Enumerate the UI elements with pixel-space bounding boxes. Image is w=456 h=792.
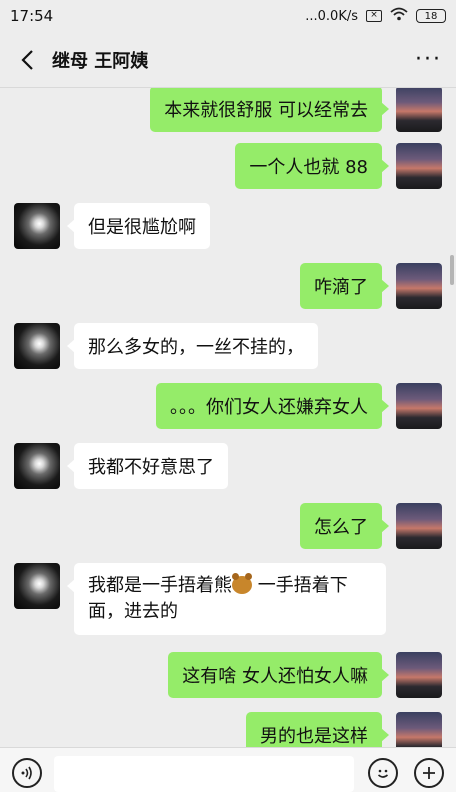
page-title: 继母 王阿姨 [52, 50, 149, 72]
battery-icon: 18 [416, 9, 446, 23]
add-attachment-button[interactable] [414, 758, 444, 788]
chat-header: 继母 王阿姨 ··· [0, 32, 456, 88]
battery-level: 18 [424, 10, 438, 22]
message-bubble[interactable]: 但是很尴尬啊 [67, 203, 210, 249]
more-options-button[interactable]: ··· [415, 47, 442, 72]
avatar-contact[interactable] [14, 203, 60, 249]
scrollbar-thumb[interactable] [450, 255, 454, 285]
avatar-self[interactable] [396, 652, 442, 698]
message-bubble[interactable]: 一个人也就 88 [235, 143, 389, 189]
voice-icon [21, 766, 32, 780]
network-speed: ...0.0K/s [305, 8, 358, 24]
message-bubble[interactable]: 。。。你们女人还嫌弃女人 [156, 383, 389, 429]
avatar-contact[interactable] [14, 323, 60, 369]
bear-emoji-icon [232, 573, 252, 594]
message-row: 我都是一手捂着熊 一手捂着下面，进去的 [0, 563, 456, 635]
message-text: 我都是一手捂着熊 [88, 575, 232, 596]
avatar-self[interactable] [396, 263, 442, 309]
message-bubble[interactable]: 男的也是这样 [246, 712, 389, 747]
message-bubble[interactable]: 本来就很舒服 可以经常去 [150, 88, 389, 132]
plus-icon [423, 767, 435, 779]
message-row: 这有啥 女人还怕女人嘛 [0, 652, 456, 700]
avatar-self[interactable] [396, 143, 442, 189]
message-input[interactable] [54, 756, 354, 792]
message-row: 怎么了 [0, 503, 456, 551]
message-row: 但是很尴尬啊 [0, 203, 456, 251]
message-row: 本来就很舒服 可以经常去 [0, 88, 456, 134]
avatar-self[interactable] [396, 503, 442, 549]
emoji-button[interactable] [368, 758, 398, 788]
message-row: 那么多女的，一丝不挂的， [0, 323, 456, 371]
message-bubble[interactable]: 那么多女的，一丝不挂的， [67, 323, 318, 369]
message-row: 一个人也就 88 [0, 143, 456, 191]
back-button[interactable] [14, 47, 40, 73]
message-bubble[interactable]: 我都是一手捂着熊 一手捂着下面，进去的 [67, 563, 386, 635]
avatar-self[interactable] [396, 712, 442, 747]
smiley-icon [377, 769, 389, 778]
status-indicators: ...0.0K/s × 18 [305, 7, 446, 25]
message-row: 男的也是这样 [0, 712, 456, 747]
status-bar: 17:54 ...0.0K/s × 18 [0, 0, 456, 32]
status-time: 17:54 [10, 7, 54, 25]
sim-icon: × [366, 10, 382, 22]
avatar-contact[interactable] [14, 443, 60, 489]
message-row: 。。。你们女人还嫌弃女人 [0, 383, 456, 431]
avatar-contact[interactable] [14, 563, 60, 609]
message-bubble[interactable]: 我都不好意思了 [67, 443, 228, 489]
message-bubble[interactable]: 咋滴了 [300, 263, 389, 309]
input-bar [0, 747, 456, 792]
message-bubble[interactable]: 怎么了 [300, 503, 389, 549]
voice-input-button[interactable] [12, 758, 42, 788]
message-bubble[interactable]: 这有啥 女人还怕女人嘛 [168, 652, 389, 698]
avatar-self[interactable] [396, 88, 442, 132]
message-row: 我都不好意思了 [0, 443, 456, 491]
message-list[interactable]: 本来就很舒服 可以经常去 一个人也就 88 但是很尴尬啊 咋滴了 那么多女的，一… [0, 88, 456, 747]
wifi-icon [390, 7, 408, 25]
avatar-self[interactable] [396, 383, 442, 429]
message-row: 咋滴了 [0, 263, 456, 311]
chevron-left-icon [21, 49, 33, 70]
